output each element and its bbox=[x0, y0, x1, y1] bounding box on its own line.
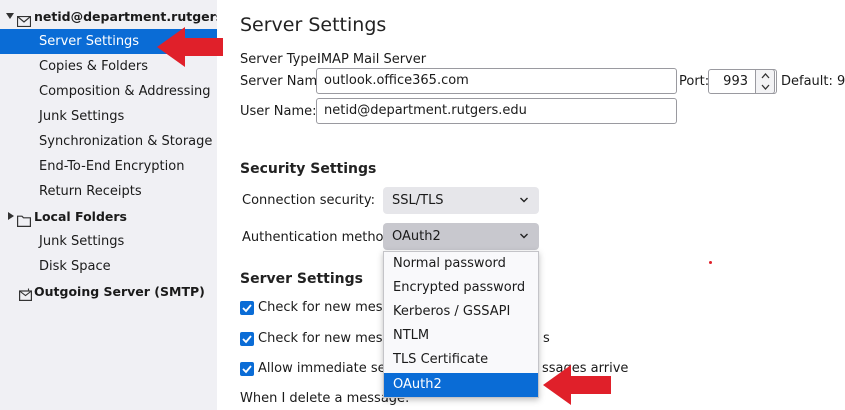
connection-security-value: SSL/TLS bbox=[392, 193, 444, 208]
outgoing-server-label: Outgoing Server (SMTP) bbox=[34, 284, 205, 299]
red-pointer-arrow-icon bbox=[157, 27, 223, 67]
expand-twisty-icon[interactable] bbox=[8, 212, 14, 220]
chevron-down-icon bbox=[520, 233, 528, 239]
user-name-label: User Name: bbox=[240, 104, 317, 119]
red-dot-marker bbox=[709, 261, 712, 264]
sidebar-item-e2e-encryption[interactable]: End-To-End Encryption bbox=[0, 154, 217, 179]
auth-method-select[interactable]: OAuth2 bbox=[383, 223, 539, 250]
sidebar-item-junk-settings[interactable]: Junk Settings bbox=[0, 104, 217, 129]
connection-security-select[interactable]: SSL/TLS bbox=[383, 187, 539, 214]
mail-envelope-icon bbox=[16, 11, 32, 29]
security-settings-heading: Security Settings bbox=[240, 161, 377, 177]
local-folders-row[interactable]: Local Folders bbox=[0, 204, 217, 229]
menu-item-tls-certificate[interactable]: TLS Certificate bbox=[384, 348, 538, 372]
auth-method-value: OAuth2 bbox=[392, 229, 441, 244]
sidebar-item-label: Junk Settings bbox=[39, 109, 125, 124]
sidebar-item-label: Server Settings bbox=[39, 34, 140, 49]
sidebar-item-label: Disk Space bbox=[39, 259, 111, 274]
menu-item-encrypted-password[interactable]: Encrypted password bbox=[384, 276, 538, 300]
folder-icon bbox=[17, 211, 31, 229]
chevron-up-icon bbox=[761, 73, 770, 79]
port-decrement-button[interactable] bbox=[756, 82, 775, 94]
port-stepper[interactable] bbox=[755, 69, 775, 94]
checkmark-icon bbox=[242, 365, 252, 374]
server-name-input[interactable]: outlook.office365.com bbox=[316, 68, 677, 94]
menu-item-normal-password[interactable]: Normal password bbox=[384, 252, 538, 276]
sidebar-item-disk-space[interactable]: Disk Space bbox=[0, 254, 217, 279]
allow-immediate-notification-checkbox[interactable] bbox=[240, 362, 254, 376]
user-name-input[interactable]: netid@department.rutgers.edu bbox=[316, 98, 677, 124]
outbox-icon bbox=[19, 285, 33, 304]
chevron-down-icon bbox=[761, 84, 770, 90]
sidebar-item-label: Copies & Folders bbox=[39, 59, 149, 74]
page-title: Server Settings bbox=[240, 14, 387, 36]
check-new-messages-interval-suffix: s bbox=[543, 331, 550, 346]
sidebar-item-return-receipts[interactable]: Return Receipts bbox=[0, 179, 217, 204]
server-type-value: IMAP Mail Server bbox=[317, 52, 427, 67]
connection-security-label: Connection security: bbox=[242, 193, 376, 208]
port-value: 993 bbox=[723, 74, 748, 89]
sidebar-item-label: Composition & Addressing bbox=[39, 84, 211, 99]
red-pointer-arrow-icon bbox=[543, 365, 611, 405]
menu-item-kerberos[interactable]: Kerberos / GSSAPI bbox=[384, 300, 538, 324]
sidebar-item-label: End-To-End Encryption bbox=[39, 159, 185, 174]
port-label: Port: bbox=[679, 74, 710, 89]
checkmark-icon bbox=[242, 304, 252, 313]
menu-item-ntlm[interactable]: NTLM bbox=[384, 324, 538, 348]
auth-method-menu: Normal password Encrypted password Kerbe… bbox=[383, 251, 539, 398]
sidebar-item-composition[interactable]: Composition & Addressing bbox=[0, 79, 217, 104]
outgoing-server-row[interactable]: Outgoing Server (SMTP) bbox=[0, 279, 217, 304]
sidebar-item-local-junk[interactable]: Junk Settings bbox=[0, 229, 217, 254]
server-type-label: Server Type: bbox=[240, 52, 322, 67]
check-new-messages-checkbox[interactable] bbox=[240, 301, 254, 315]
expand-twisty-icon[interactable] bbox=[6, 13, 14, 19]
sidebar-item-label: Return Receipts bbox=[39, 184, 142, 199]
checkmark-icon bbox=[242, 335, 252, 344]
menu-item-oauth2[interactable]: OAuth2 bbox=[384, 373, 538, 397]
auth-method-label: Authentication method: bbox=[242, 230, 397, 245]
chevron-down-icon bbox=[520, 197, 528, 203]
port-increment-button[interactable] bbox=[756, 70, 775, 82]
server-settings-heading: Server Settings bbox=[240, 271, 363, 287]
sidebar-item-label: Junk Settings bbox=[39, 234, 125, 249]
sidebar-item-sync-storage[interactable]: Synchronization & Storage bbox=[0, 129, 217, 154]
port-default-label: Default: 993 bbox=[781, 74, 845, 89]
check-new-messages-interval-checkbox[interactable] bbox=[240, 332, 254, 346]
sidebar-item-label: Synchronization & Storage bbox=[39, 134, 213, 149]
local-folders-label: Local Folders bbox=[34, 209, 127, 224]
